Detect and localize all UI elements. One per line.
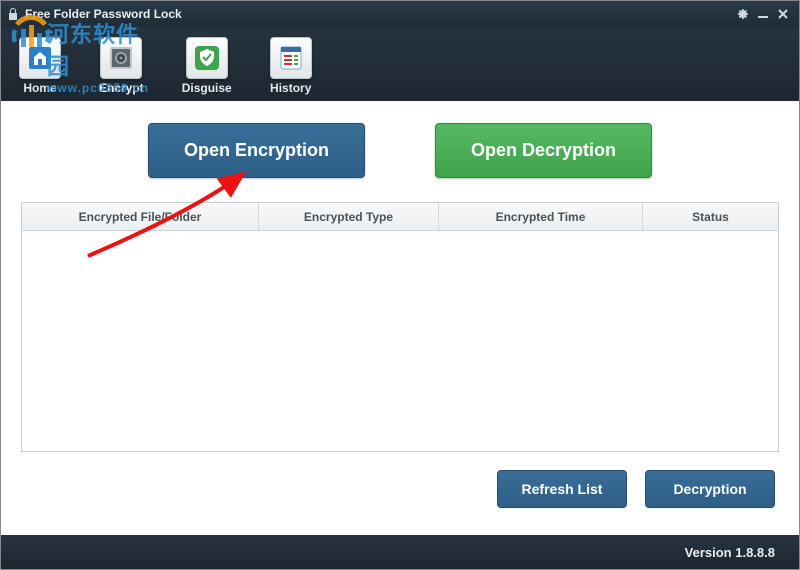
col-time[interactable]: Encrypted Time <box>439 203 643 230</box>
table-header: Encrypted File/Folder Encrypted Type Enc… <box>22 203 778 231</box>
work-area: Open Encryption Open Decryption Encrypte… <box>1 101 799 535</box>
col-status[interactable]: Status <box>643 203 778 230</box>
nav-home-label: Home <box>23 81 56 95</box>
open-encryption-button[interactable]: Open Encryption <box>148 123 365 178</box>
settings-icon[interactable] <box>733 5 753 23</box>
col-type[interactable]: Encrypted Type <box>259 203 439 230</box>
status-bar: Version 1.8.8.8 <box>1 535 799 569</box>
primary-actions: Open Encryption Open Decryption <box>1 101 799 202</box>
open-decryption-button[interactable]: Open Decryption <box>435 123 652 178</box>
nav-disguise-label: Disguise <box>182 81 232 95</box>
version-label: Version 1.8.8.8 <box>685 545 775 560</box>
decryption-button[interactable]: Decryption <box>645 470 775 508</box>
close-icon[interactable] <box>773 5 793 23</box>
shield-icon <box>186 37 228 79</box>
footer-actions: Refresh List Decryption <box>1 452 799 508</box>
nav-encrypt[interactable]: Encrypt <box>99 33 144 95</box>
lock-icon <box>7 7 19 21</box>
app-title: Free Folder Password Lock <box>25 7 733 21</box>
history-icon <box>270 37 312 79</box>
col-file[interactable]: Encrypted File/Folder <box>22 203 259 230</box>
safe-icon <box>100 37 142 79</box>
nav-history-label: History <box>270 81 311 95</box>
nav-home[interactable]: Home <box>19 33 61 95</box>
minimize-icon[interactable] <box>753 5 773 23</box>
encrypted-table: Encrypted File/Folder Encrypted Type Enc… <box>21 202 779 452</box>
home-icon <box>19 37 61 79</box>
nav-encrypt-label: Encrypt <box>99 81 144 95</box>
nav-history[interactable]: History <box>270 33 312 95</box>
titlebar: Free Folder Password Lock <box>1 1 799 27</box>
refresh-list-button[interactable]: Refresh List <box>497 470 627 508</box>
nav-toolbar: Home Encrypt Disguise History <box>1 27 799 101</box>
nav-disguise[interactable]: Disguise <box>182 33 232 95</box>
